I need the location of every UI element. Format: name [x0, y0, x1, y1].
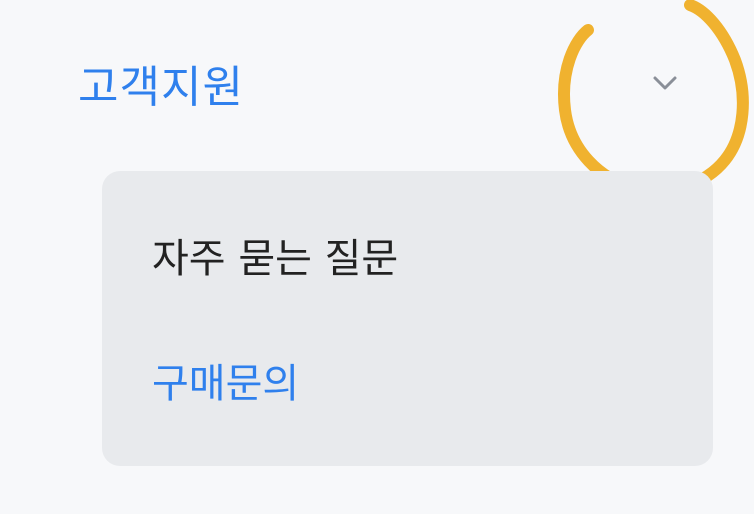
support-menu-page: 고객지원 자주 묻는 질문 구매문의 [0, 0, 754, 514]
support-submenu: 자주 묻는 질문 구매문의 [102, 171, 713, 466]
submenu-item-purchase-inquiry[interactable]: 구매문의 [152, 356, 299, 412]
section-title: 고객지원 [78, 62, 244, 113]
chevron-stroke [653, 76, 677, 90]
submenu-item-faq[interactable]: 자주 묻는 질문 [152, 231, 398, 287]
support-section-header[interactable]: 고객지원 [0, 0, 754, 170]
chevron-down-icon[interactable] [645, 64, 685, 104]
